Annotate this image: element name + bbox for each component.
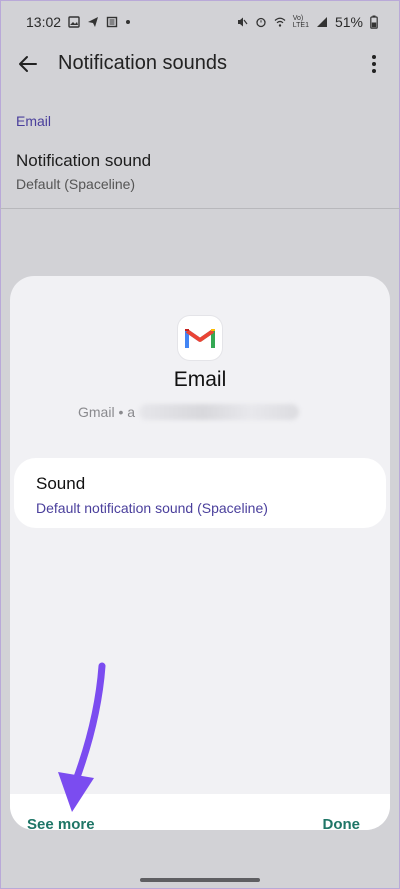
volte-label-bottom: LTE1	[292, 22, 309, 29]
setting-subtitle: Default (Spaceline)	[16, 176, 136, 192]
back-arrow-icon	[19, 56, 37, 72]
sound-title: Sound	[36, 474, 86, 493]
wifi-icon	[274, 17, 286, 27]
volte-label-top: Vo)	[292, 15, 304, 22]
alarm-icon	[256, 17, 266, 28]
volte-icon: Vo) LTE1	[293, 15, 309, 29]
more-options-button[interactable]	[362, 50, 386, 78]
account-prefix: Gmail • a	[78, 404, 136, 420]
mute-icon	[237, 17, 248, 27]
done-button[interactable]: Done	[323, 816, 361, 833]
telegram-icon	[88, 17, 99, 27]
status-right: Vo) LTE1 51%	[236, 14, 378, 30]
account-line: Gmail • a	[78, 404, 300, 420]
status-left: 13:02	[26, 14, 131, 30]
notification-settings-sheet: Email Gmail • a Sound Default notificati…	[10, 276, 390, 830]
battery-percent: 51%	[334, 14, 363, 30]
see-more-button[interactable]: See more	[27, 816, 95, 833]
back-button[interactable]	[14, 50, 42, 78]
image-icon	[68, 16, 80, 28]
section-header-email: Email	[16, 113, 52, 129]
divider	[0, 208, 400, 209]
clock: 13:02	[26, 14, 62, 30]
battery-icon	[370, 15, 378, 29]
sound-setting-card[interactable]: Sound Default notification sound (Spacel…	[14, 458, 386, 528]
news-icon	[106, 16, 118, 28]
more-vert-icon	[372, 55, 376, 73]
sound-subtitle: Default notification sound (Spaceline)	[36, 500, 268, 516]
notification-sound-setting[interactable]: Notification sound Default (Spaceline)	[0, 140, 400, 206]
gmail-icon	[185, 329, 215, 348]
dot-icon	[126, 20, 131, 24]
gmail-app-icon	[178, 316, 222, 360]
app-bar: Notification sounds	[0, 44, 400, 84]
app-name: Email	[173, 368, 227, 391]
status-bar: 13:02 Vo) LTE1 51%	[0, 0, 400, 44]
redacted-email	[139, 404, 300, 420]
setting-title: Notification sound	[16, 151, 152, 170]
signal-icon	[316, 17, 327, 27]
gesture-nav-handle[interactable]	[140, 878, 260, 882]
page-title: Notification sounds	[58, 52, 227, 74]
